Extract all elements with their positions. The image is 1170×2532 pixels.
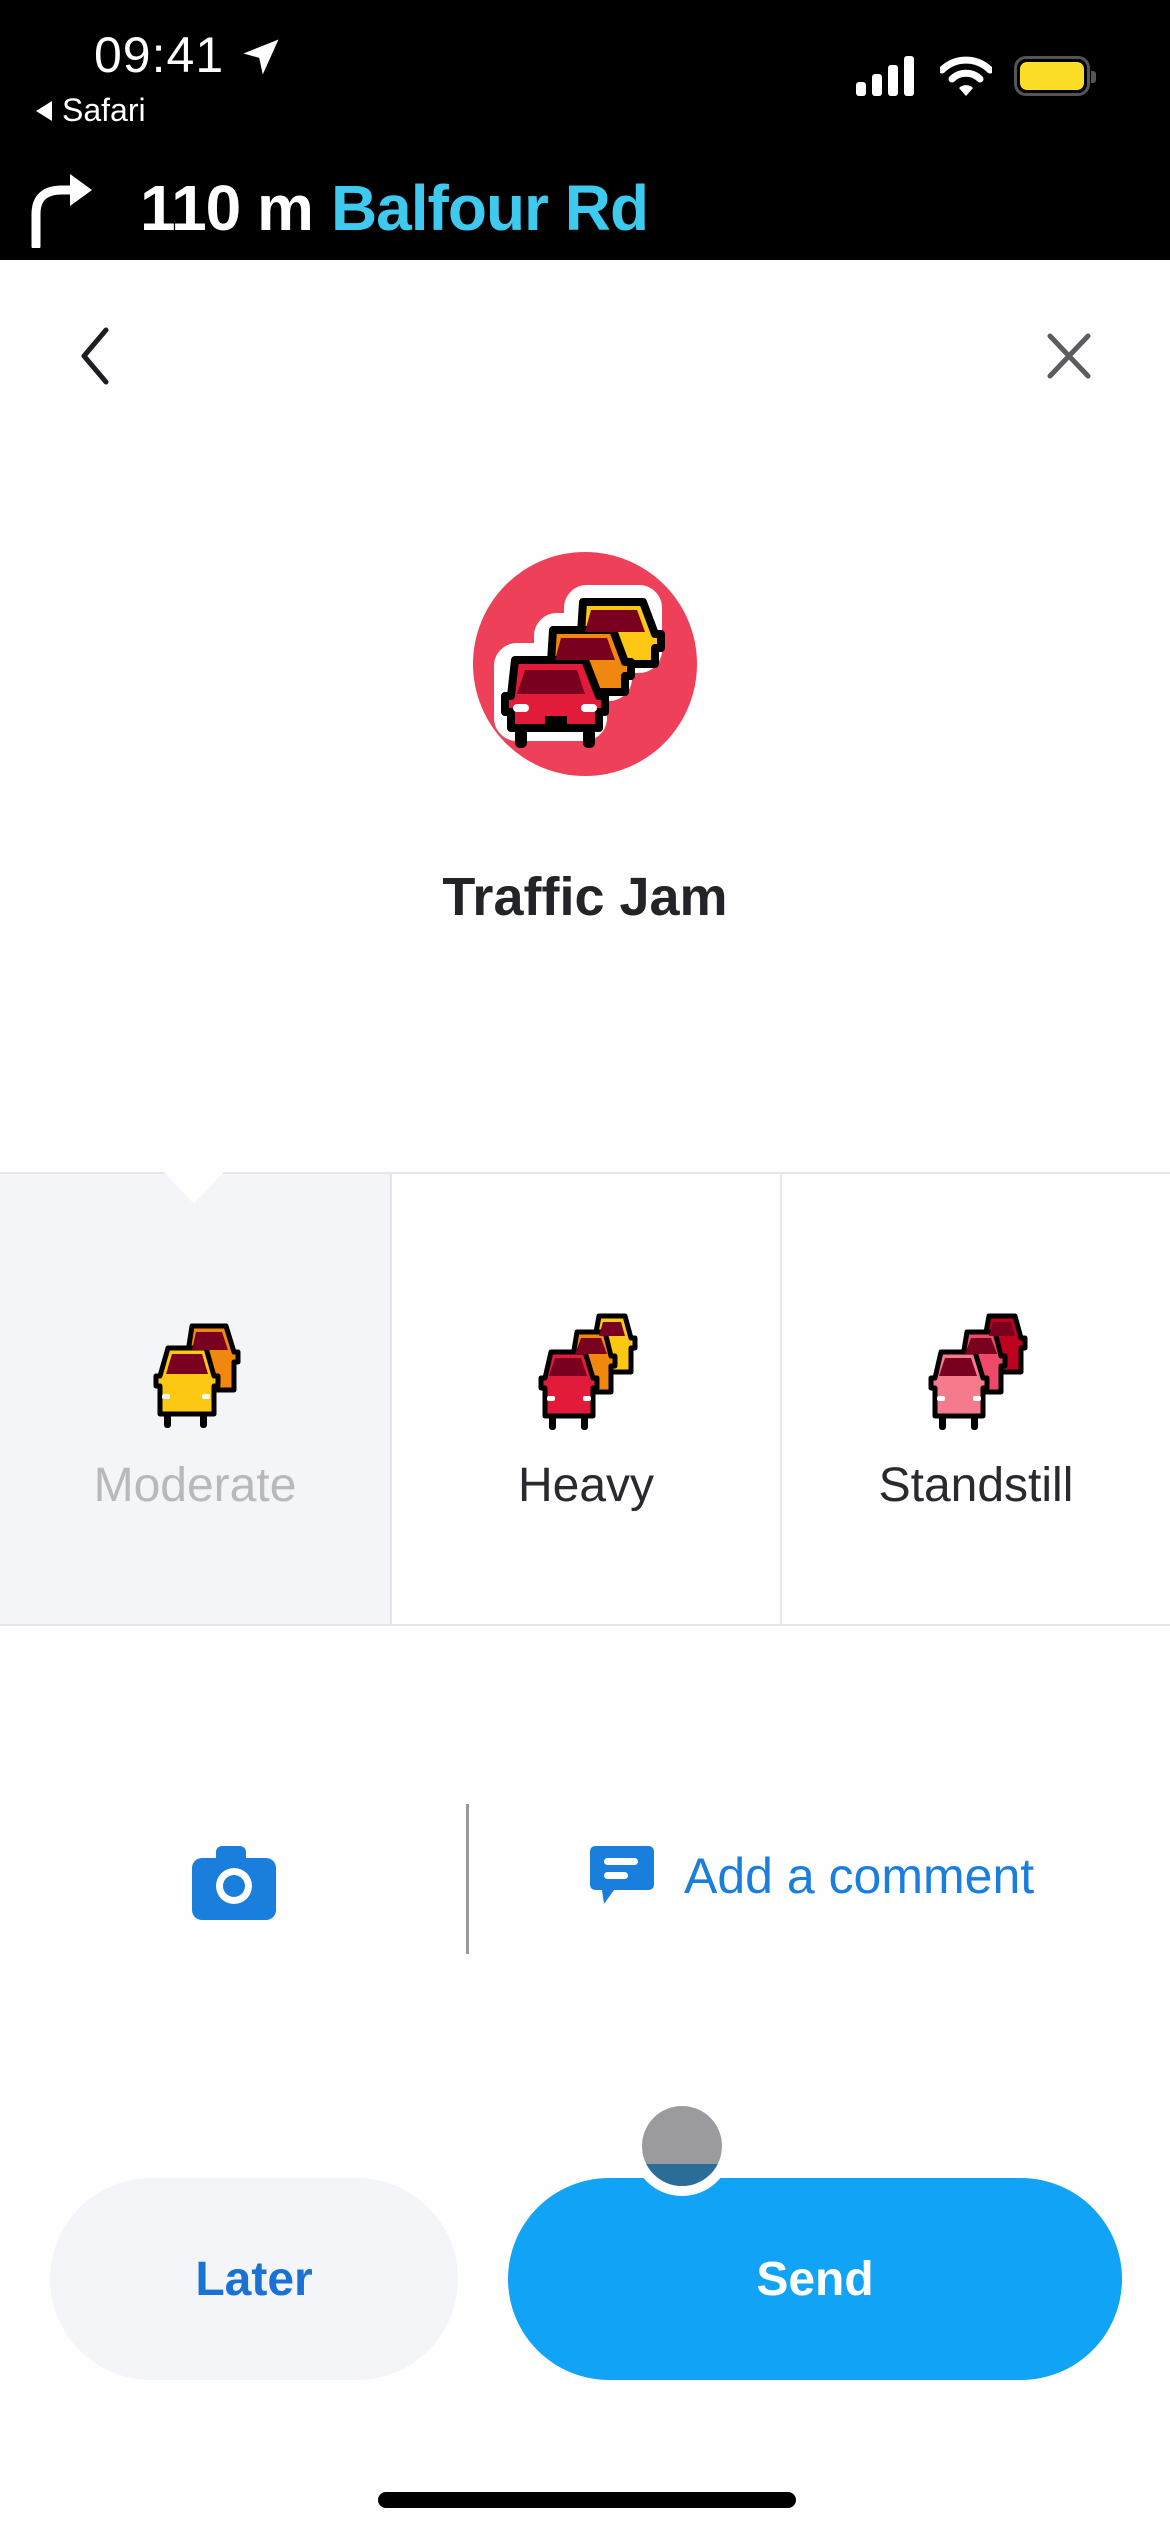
severity-options: Moderate Heavy Standstill [0,1172,1170,1626]
comment-icon [590,1846,654,1904]
later-button[interactable]: Later [50,2178,458,2380]
add-comment-label: Add a comment [684,1848,1035,1904]
street-name: Balfour Rd [330,172,649,244]
traffic-cars-icon [494,585,665,748]
location-arrow-icon [243,39,279,75]
turn-right-icon [31,174,92,248]
status-icons [856,56,1096,96]
option-standstill[interactable]: Standstill [780,1174,1170,1624]
cellular-signal-icon [856,56,914,96]
battery-level [1020,62,1084,90]
status-time: 09:41 [94,27,225,83]
report-title: Traffic Jam [442,867,728,927]
turn-instruction: 110 m Balfour Rd [26,168,649,248]
option-heavy[interactable]: Heavy [390,1174,780,1624]
standstill-traffic-icon [928,1313,1028,1430]
battery-icon [1014,56,1096,96]
actions-divider [466,1804,469,1954]
option-label: Moderate [93,1459,297,1512]
turn-distance: 110 m [140,172,314,244]
moderate-traffic-icon [153,1323,241,1428]
wifi-icon [940,56,992,96]
traffic-jam-icon [473,552,697,776]
chevron-left-icon[interactable] [70,326,120,386]
option-label: Standstill [878,1459,1074,1512]
status-navigation-bar: 09:41 Safari 110 m Balfour Rd [0,0,1170,260]
selection-notch [164,1172,224,1204]
add-comment-button[interactable]: Add a comment [590,1846,1034,1906]
heavy-traffic-icon [538,1313,638,1430]
camera-icon[interactable] [190,1842,280,1922]
attachment-actions: Add a comment [0,1800,1170,1955]
back-app-label: Safari [62,92,146,128]
option-label: Heavy [517,1459,655,1512]
back-to-safari-link[interactable]: Safari [36,92,146,129]
send-button[interactable]: Send [508,2178,1122,2380]
close-icon[interactable] [1044,330,1094,382]
home-indicator[interactable] [378,2492,796,2508]
touch-indicator [632,2096,732,2196]
option-moderate[interactable]: Moderate [0,1172,390,1624]
back-triangle-icon [36,100,52,121]
